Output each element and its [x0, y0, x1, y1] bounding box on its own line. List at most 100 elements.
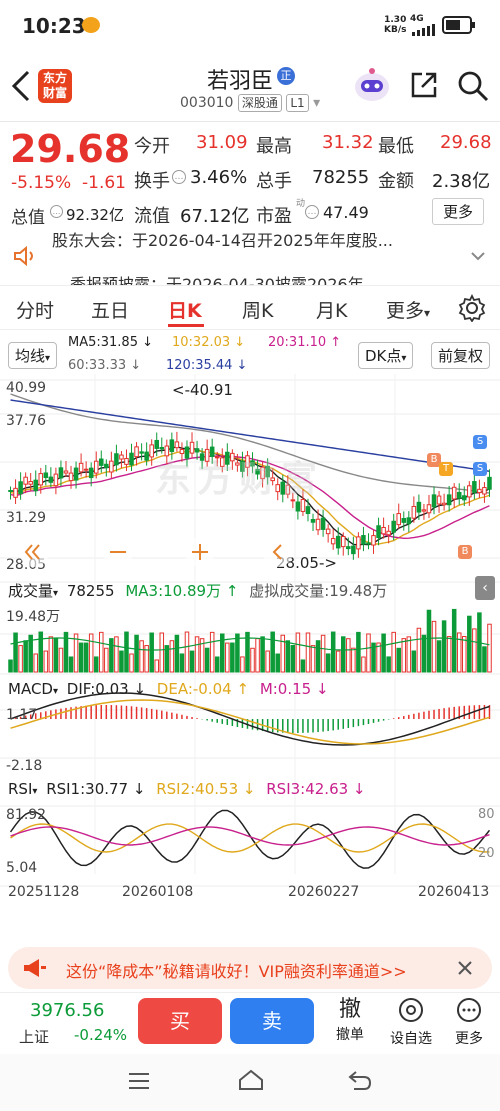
volume-bar: [235, 633, 240, 673]
volume-bar: [376, 642, 381, 673]
tab-monthly-k[interactable]: 月K: [316, 296, 347, 323]
close-icon[interactable]: [456, 959, 474, 977]
more-icon: [457, 998, 481, 1022]
stock-code-row[interactable]: 003010 深股通 L1 ▾: [180, 94, 320, 112]
menu-icon[interactable]: [126, 1070, 152, 1092]
volume-bar: [18, 645, 23, 673]
index-name: 上证: [19, 1028, 50, 1046]
volume-bar: [356, 631, 361, 673]
more-button[interactable]: 更多: [444, 996, 494, 1048]
trade-tag-t[interactable]: T: [439, 462, 453, 476]
candle-body: [43, 472, 49, 479]
candle-body: [68, 472, 74, 482]
rsi-selector[interactable]: RSI▾: [8, 780, 37, 798]
dk-selector[interactable]: DK点▾: [358, 342, 414, 369]
back-icon[interactable]: [10, 69, 32, 103]
search-icon[interactable]: [456, 69, 490, 103]
caret-down-icon: ▾: [401, 353, 407, 364]
volume-bar: [451, 608, 457, 673]
macd-axis-bottom: -2.18: [6, 758, 43, 774]
info-icon[interactable]: …: [50, 205, 63, 218]
volume-bar: [386, 656, 391, 673]
candle-body: [351, 545, 356, 555]
rsi-right-80: 80: [478, 807, 495, 822]
ma-selector[interactable]: 均线▾: [8, 342, 58, 369]
volume-bar: [159, 632, 165, 673]
tab-intraday[interactable]: 分时: [16, 296, 54, 323]
chevron-left-icon: ‹: [482, 580, 488, 596]
volume-bar: [436, 640, 442, 673]
back-nav-icon[interactable]: [346, 1068, 374, 1092]
watch-icon: [399, 998, 423, 1022]
macd-dea: DEA:-0.04 ↑: [156, 680, 250, 698]
collapse-panel-button[interactable]: ‹: [475, 576, 495, 600]
candle-body: [467, 485, 472, 498]
more-label: 更多: [455, 1031, 483, 1047]
tab-five-day[interactable]: 五日: [91, 296, 129, 323]
high-label: 最高: [256, 136, 292, 157]
volume-bar: [406, 636, 412, 673]
volume-bar: [209, 631, 215, 673]
tab-weekly-k[interactable]: 周K: [242, 296, 273, 323]
volume-bar: [275, 653, 280, 673]
gear-icon[interactable]: [458, 294, 486, 322]
candle-body: [33, 479, 38, 492]
candle-body: [330, 538, 336, 545]
candle-body: [391, 520, 396, 533]
rsi3: RSI3:42.63 ↓: [266, 780, 366, 798]
scroll-left-icon[interactable]: [18, 536, 50, 568]
index-value[interactable]: 3976.56: [30, 1000, 104, 1021]
candle-body: [456, 491, 462, 499]
share-icon[interactable]: [408, 69, 440, 101]
volume-header: 成交量▾ 78255 MA3:10.89万 ↑ 虚拟成交量:19.48万: [8, 580, 387, 601]
trade-tag-s2[interactable]: S: [473, 462, 487, 476]
candle-body: [381, 526, 386, 535]
candle-body: [487, 476, 492, 490]
volume-bar: [169, 640, 175, 673]
news-ticker[interactable]: 股东大会：于2026-04-14召开2025年年度股... 季报预披露：于202…: [0, 227, 500, 285]
date-3: 20260227: [288, 884, 360, 900]
home-icon[interactable]: [237, 1068, 265, 1092]
cancel-order-button[interactable]: 撤 撤单: [322, 996, 378, 1048]
candle-body: [149, 444, 154, 458]
ai-robot-icon[interactable]: [352, 65, 392, 105]
more-quote-button[interactable]: 更多: [432, 198, 485, 225]
date-4: 20260413: [418, 884, 490, 900]
candle-body: [310, 519, 316, 523]
zoom-in-icon[interactable]: [184, 536, 216, 568]
trade-tag-s[interactable]: S: [473, 435, 487, 449]
volume-bar: [396, 647, 401, 673]
tab-daily-k[interactable]: 日K: [168, 296, 202, 323]
tab-more[interactable]: 更多▾: [386, 296, 430, 323]
info-icon[interactable]: …: [172, 170, 186, 184]
step-left-icon[interactable]: [262, 536, 294, 568]
candle-body: [114, 453, 119, 466]
volume-bar: [184, 631, 190, 673]
index-change: -0.24%: [74, 1026, 128, 1044]
buy-button[interactable]: 买: [138, 998, 222, 1044]
pe-value: 47.49: [323, 203, 369, 222]
add-watchlist-button[interactable]: 设自选: [382, 996, 440, 1048]
macd-selector[interactable]: MACD▾: [8, 680, 58, 698]
market-chip: 深股通: [237, 94, 282, 112]
candle-body: [104, 463, 109, 469]
candle-body: [63, 470, 69, 474]
promo-banner[interactable]: 这份“降成本”秘籍请收好！VIP融资利率通道>>: [8, 947, 492, 989]
volume-selector[interactable]: 成交量▾: [8, 582, 58, 600]
chevron-down-icon[interactable]: [470, 251, 486, 261]
candle-body: [38, 473, 44, 486]
info-icon[interactable]: …: [305, 205, 319, 219]
candle-body: [53, 473, 59, 487]
sell-button[interactable]: 卖: [230, 998, 314, 1044]
zoom-out-icon[interactable]: [102, 536, 134, 568]
chevron-down-icon: ▾: [313, 95, 321, 111]
volume-bar: [119, 650, 124, 673]
trade-tag-b2[interactable]: B: [458, 545, 472, 559]
cancel-order-label: 撤单: [336, 1027, 364, 1043]
verified-badge: 正: [277, 67, 295, 85]
network-type: 4G: [410, 14, 424, 24]
candle-body: [124, 458, 129, 465]
adjust-selector[interactable]: 前复权: [431, 342, 491, 369]
candle-body: [315, 518, 321, 531]
caret-down-icon: ▾: [45, 353, 51, 364]
